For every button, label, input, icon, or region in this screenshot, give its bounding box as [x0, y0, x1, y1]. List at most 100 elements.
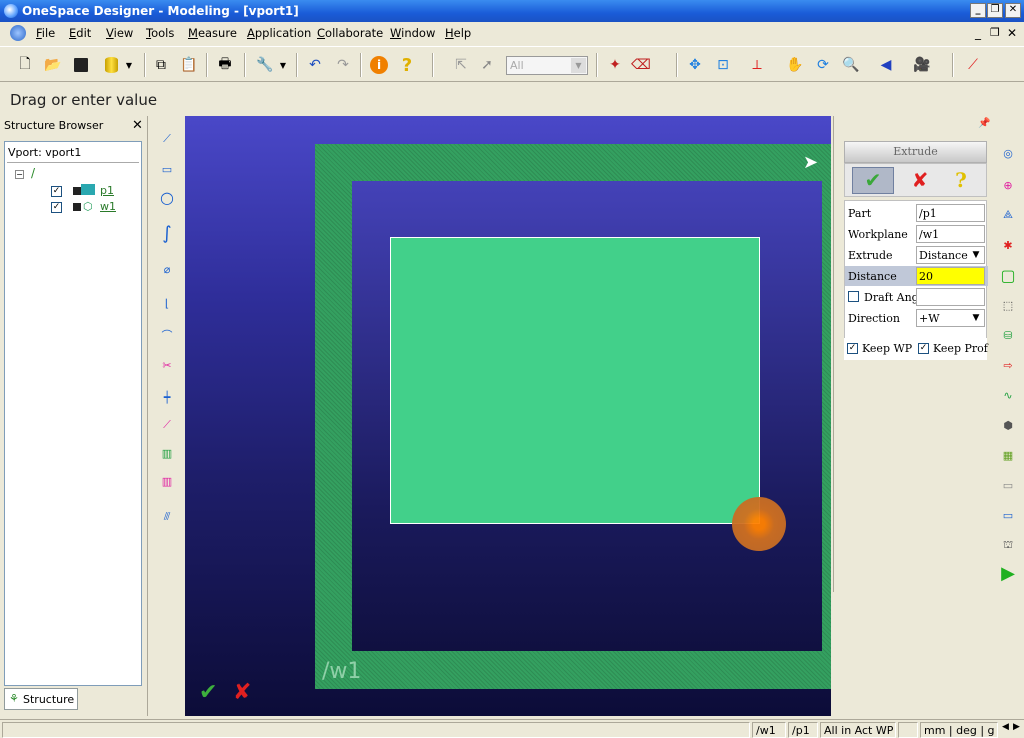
measure-icon[interactable]: ⟋: [962, 54, 984, 76]
scroll-right-icon[interactable]: ▶: [1013, 722, 1020, 732]
pan-icon[interactable]: ✋: [784, 54, 806, 76]
menu-edit[interactable]: Edit: [69, 26, 91, 40]
cylinder-icon[interactable]: ⛁: [997, 324, 1019, 346]
gear-icon[interactable]: [10, 25, 26, 41]
offset-icon[interactable]: ▥: [154, 468, 180, 494]
new-icon[interactable]: 🗋: [14, 54, 36, 76]
paste-icon[interactable]: 📋: [178, 54, 200, 76]
chevron-down-icon[interactable]: ▼: [276, 54, 290, 76]
pattern-icon[interactable]: ▦: [997, 444, 1019, 466]
info-icon[interactable]: i: [368, 54, 390, 76]
project-icon[interactable]: ▥: [154, 440, 180, 466]
scroll-left-icon[interactable]: ◀: [1002, 722, 1009, 732]
visibility-checkbox[interactable]: ✓: [51, 186, 62, 197]
rectangle-icon[interactable]: ▭: [154, 156, 180, 182]
undo-icon[interactable]: ↶: [304, 54, 326, 76]
cancel-button[interactable]: ✘: [907, 167, 933, 194]
camera-icon[interactable]: 🎥: [911, 54, 933, 76]
sweep-icon[interactable]: ∿: [997, 384, 1019, 406]
chevron-down-icon[interactable]: ▼: [122, 54, 136, 76]
rotate-icon[interactable]: ⟳: [812, 54, 834, 76]
keep-wp-checkbox[interactable]: ✓: [847, 343, 858, 354]
restore-button[interactable]: ❐: [987, 3, 1003, 18]
help-button[interactable]: ?: [948, 167, 974, 194]
select-filter-icon[interactable]: ➚: [476, 54, 498, 76]
workplane-field[interactable]: /w1: [916, 225, 985, 243]
drag-handle[interactable]: [732, 497, 786, 551]
minimize-button[interactable]: _: [970, 3, 986, 18]
constraint-icon[interactable]: ✱: [997, 234, 1019, 256]
pattern-icon[interactable]: ⫻: [154, 504, 180, 530]
keep-profile-checkbox[interactable]: ✓: [918, 343, 929, 354]
close-icon[interactable]: ✕: [132, 118, 143, 133]
hole-icon[interactable]: ◎: [997, 142, 1019, 164]
print-icon[interactable]: 🖶: [214, 54, 236, 76]
tree-item-p1[interactable]: ✓ p1: [5, 184, 135, 200]
pick-icon[interactable]: ✦: [604, 54, 626, 76]
select-cursor-icon[interactable]: ⇱: [450, 54, 472, 76]
extrude-panel: 📌 Extrude ✔ ✘ ? Part /p1 Workplane /w1 E…: [833, 116, 991, 592]
ok-button[interactable]: ✔: [852, 167, 894, 194]
settings-icon[interactable]: 🔧: [254, 54, 276, 76]
direction-select[interactable]: +W ▼: [916, 309, 985, 327]
help-icon[interactable]: ?: [396, 54, 418, 76]
arc-icon[interactable]: ⌒: [154, 322, 180, 348]
face-icon[interactable]: ▭: [997, 504, 1019, 526]
database-icon[interactable]: [100, 54, 122, 76]
tree-item-w1[interactable]: ✓ ⬡ w1: [5, 200, 135, 216]
split-icon[interactable]: ┿: [154, 384, 180, 410]
shell-icon[interactable]: ⬢: [997, 414, 1019, 436]
menu-view[interactable]: View: [106, 26, 133, 40]
extrude-type-select[interactable]: Distance ▼: [916, 246, 985, 264]
menu-file[interactable]: File: [36, 26, 55, 40]
mdi-close-button[interactable]: ✕: [1007, 26, 1017, 40]
layer-icon[interactable]: ▭: [997, 474, 1019, 496]
visibility-checkbox[interactable]: ✓: [51, 202, 62, 213]
construction-line-icon[interactable]: ⟋: [154, 412, 180, 438]
save-icon[interactable]: [70, 54, 92, 76]
menu-window[interactable]: Window: [390, 26, 435, 40]
menu-application[interactable]: Application: [247, 26, 311, 40]
mdi-restore-button[interactable]: ❐: [990, 26, 1000, 39]
fit-icon[interactable]: ✥: [684, 54, 706, 76]
spline-icon[interactable]: ∫: [154, 220, 180, 246]
part-field[interactable]: /p1: [916, 204, 985, 222]
open-icon[interactable]: 📂: [42, 54, 64, 76]
circle-icon[interactable]: ○: [154, 184, 180, 210]
eraser-icon[interactable]: ⌫: [630, 54, 652, 76]
pin-icon[interactable]: 📌: [978, 118, 990, 129]
corner-icon[interactable]: ⌊: [154, 290, 180, 316]
profile-face[interactable]: [390, 237, 760, 524]
draft-angle-field[interactable]: [916, 288, 985, 306]
menu-tools[interactable]: Tools: [146, 26, 174, 40]
viewport-ok-icon[interactable]: ✔: [199, 680, 217, 705]
previous-view-icon[interactable]: ◀: [875, 54, 897, 76]
extrude-icon[interactable]: ▢: [997, 264, 1019, 286]
select-filter-dropdown[interactable]: All ▼: [506, 56, 588, 75]
move-icon[interactable]: ⇨: [997, 354, 1019, 376]
fillet-icon[interactable]: ⌀: [154, 256, 180, 282]
close-button[interactable]: ✕: [1005, 3, 1021, 18]
mdi-minimize-button[interactable]: _: [975, 26, 981, 40]
box-icon[interactable]: ⬚: [997, 294, 1019, 316]
zoom-window-icon[interactable]: ⊡: [712, 54, 734, 76]
play-icon[interactable]: ▶: [997, 562, 1019, 584]
viewport[interactable]: /w1 ✔ ✘ ➤: [185, 116, 831, 716]
redo-icon[interactable]: ↷: [332, 54, 354, 76]
trim-icon[interactable]: ✂: [154, 352, 180, 378]
tab-structure[interactable]: ⚘ Structure: [4, 688, 78, 710]
axis-icon[interactable]: ⟂: [746, 54, 768, 76]
sketch-icon[interactable]: ⟁: [997, 204, 1019, 226]
menu-measure[interactable]: Measure: [188, 26, 237, 40]
copy-icon[interactable]: ⧉: [150, 54, 172, 76]
datum-icon[interactable]: ⊕: [997, 174, 1019, 196]
line-icon[interactable]: ⟋: [154, 126, 180, 152]
distance-field[interactable]: 20: [916, 267, 985, 285]
title-bar: OneSpace Designer - Modeling - [vport1] …: [0, 0, 1024, 22]
render-icon[interactable]: ⛫: [997, 534, 1019, 556]
draft-angle-checkbox[interactable]: [848, 291, 859, 302]
viewport-cancel-icon[interactable]: ✘: [233, 680, 251, 705]
zoom-icon[interactable]: 🔍: [840, 54, 862, 76]
menu-collaborate[interactable]: Collaborate: [317, 26, 383, 40]
menu-help[interactable]: Help: [445, 26, 471, 40]
